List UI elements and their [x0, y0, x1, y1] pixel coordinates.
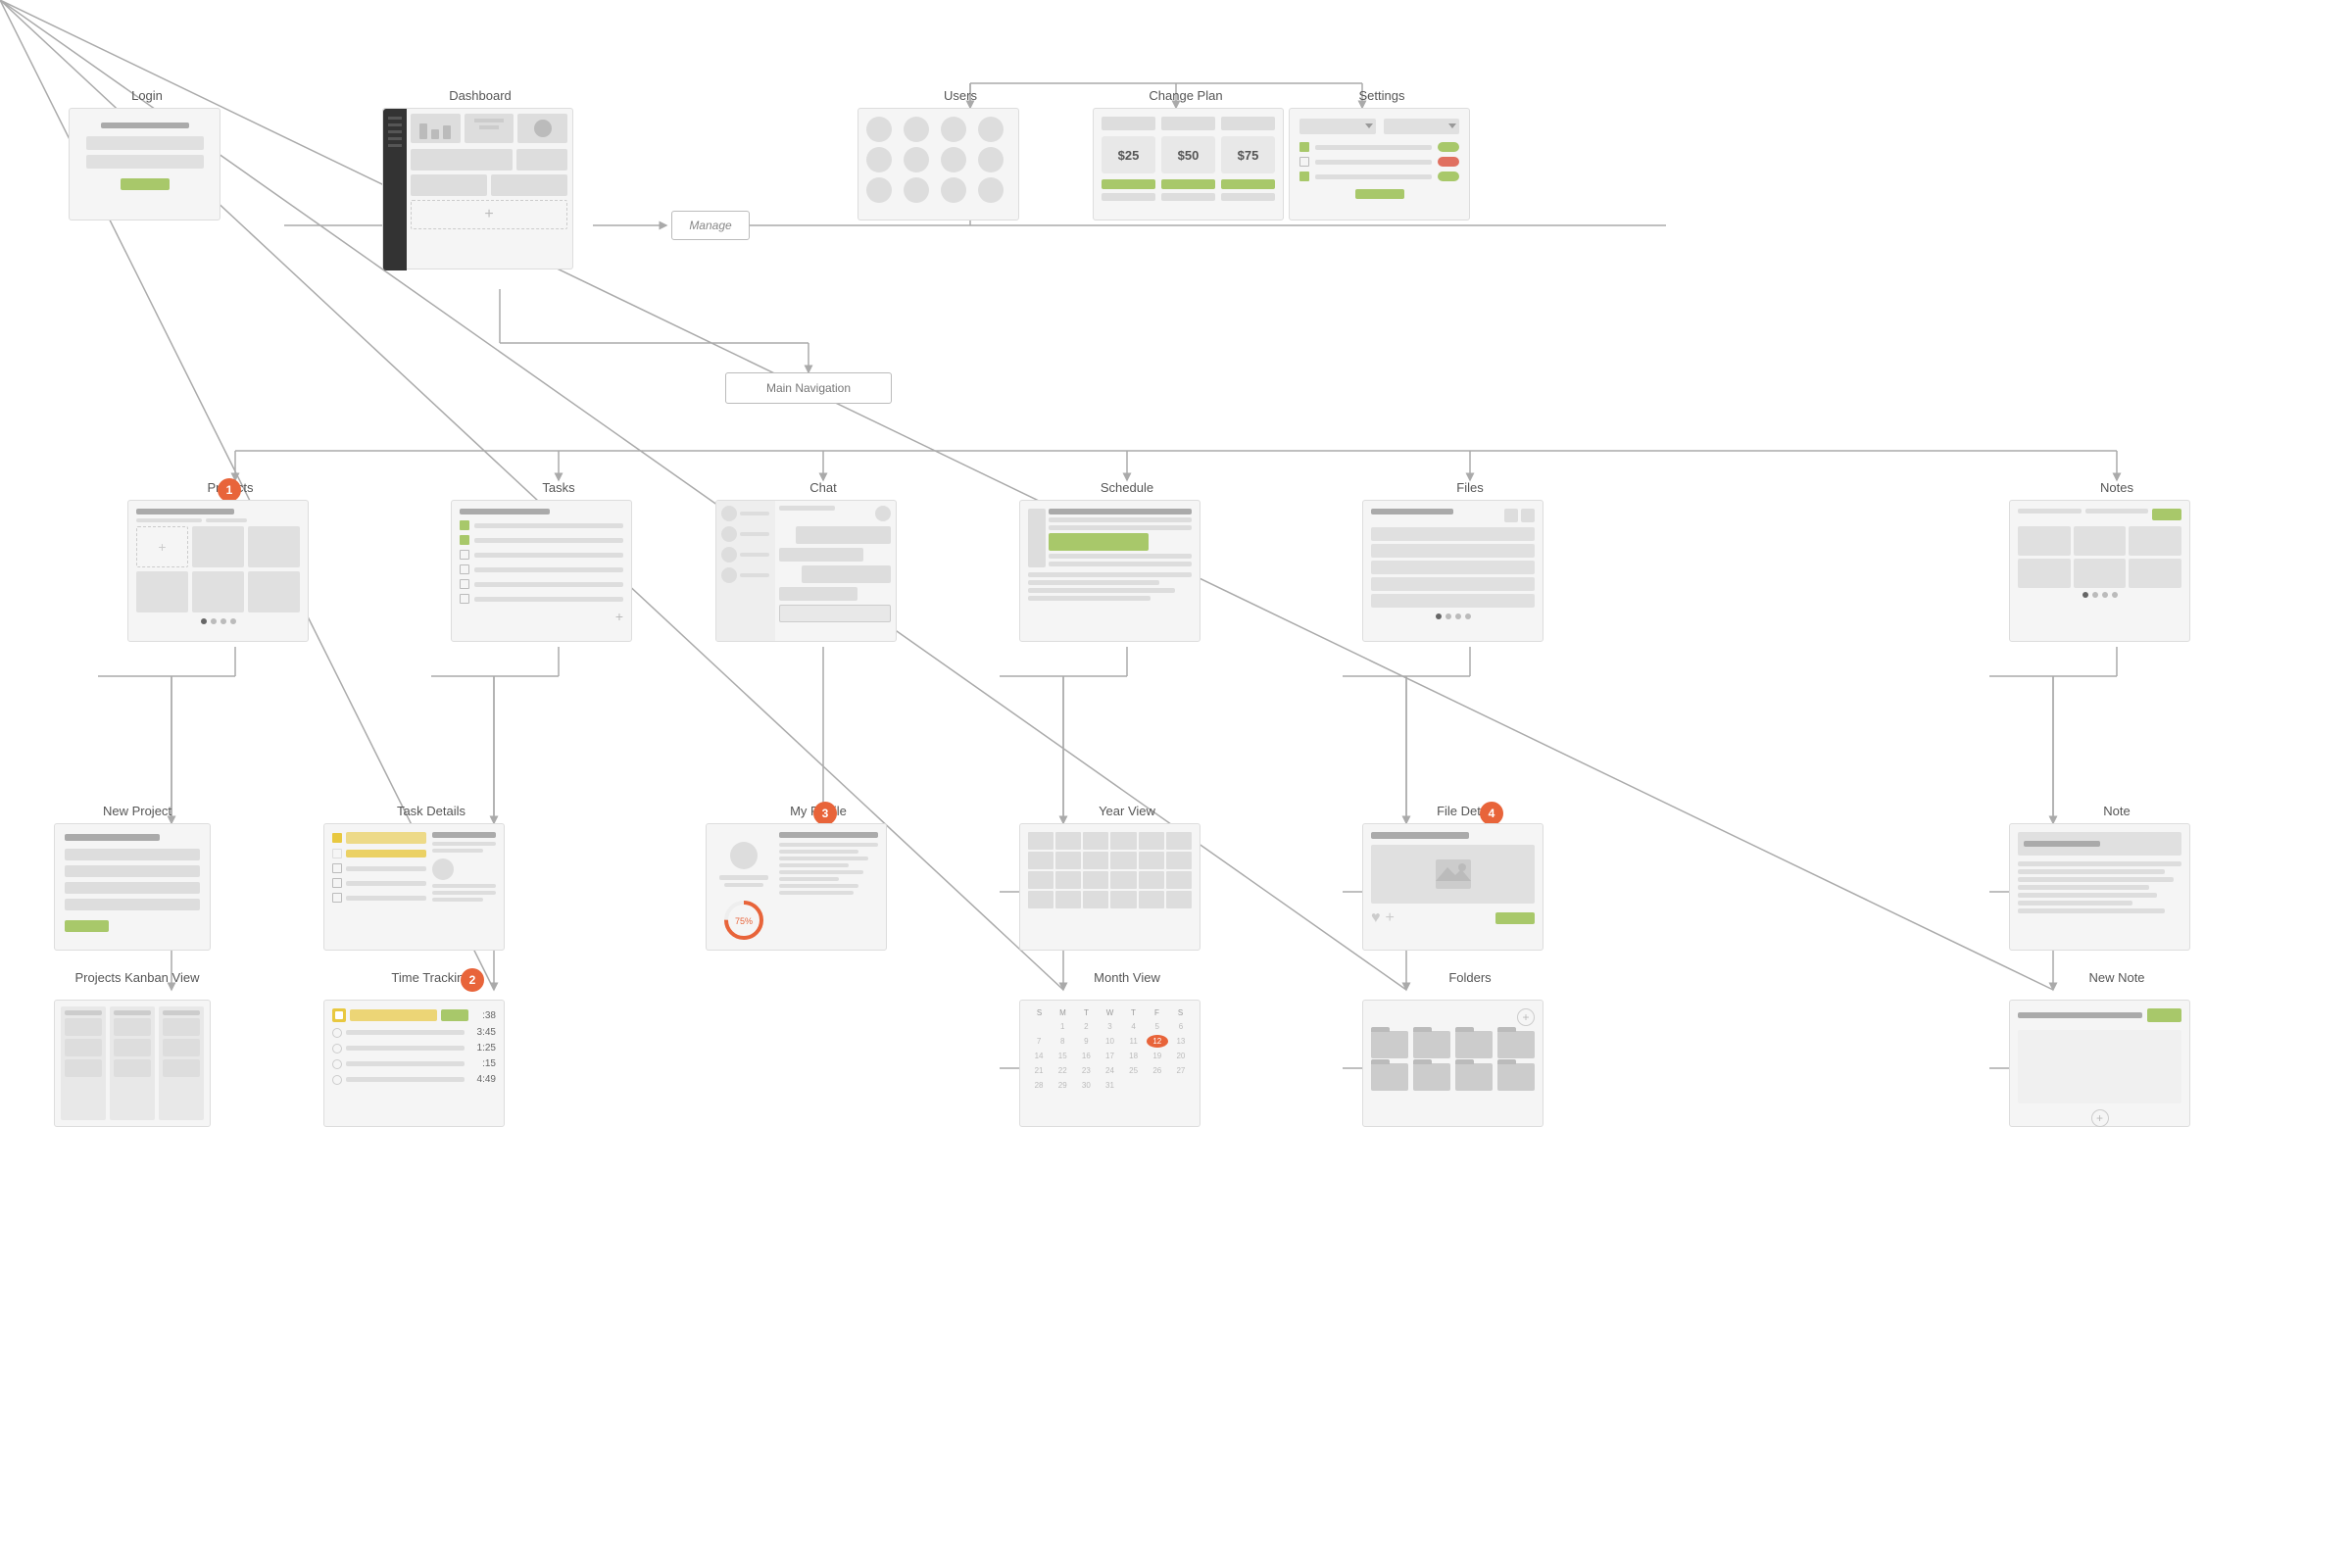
- newnote-wireframe: +: [2009, 1000, 2190, 1127]
- main-navigation-box: Main Navigation: [725, 372, 892, 404]
- settings-wireframe: [1289, 108, 1470, 220]
- users-wireframe: [858, 108, 1019, 220]
- timetracking-badge: 2: [461, 968, 484, 992]
- taskdetails-wireframe: [323, 823, 505, 951]
- tasks-label: Tasks: [480, 480, 637, 495]
- timetracking-label: Time Tracking: [353, 970, 510, 985]
- monthview-wireframe: S M T W T F S 1 2 3 4 5 6 7 8 9 10 11 12…: [1019, 1000, 1200, 1127]
- chat-label: Chat: [745, 480, 902, 495]
- notes-wireframe: [2009, 500, 2190, 642]
- login-label: Login: [69, 88, 225, 103]
- manage-box: Manage: [671, 211, 750, 240]
- filedetail-badge: 4: [1480, 802, 1503, 825]
- login-wireframe: [69, 108, 220, 220]
- dashboard-wireframe: +: [382, 108, 573, 270]
- filedetail-label: File Detail: [1387, 804, 1544, 818]
- projectskanban-label: Projects Kanban View: [39, 970, 235, 985]
- note-label: Note: [2038, 804, 2195, 818]
- yearview-label: Year View: [1049, 804, 1205, 818]
- yearview-wireframe: [1019, 823, 1200, 951]
- note-wireframe: [2009, 823, 2190, 951]
- newnote-label: New Note: [2038, 970, 2195, 985]
- changeplan-wireframe: $25 $50 $75: [1093, 108, 1284, 220]
- dashboard-label: Dashboard: [402, 88, 559, 103]
- projects-badge: 1: [218, 478, 241, 502]
- timetracking-wireframe: :38 3:45 1:25 :15 4:49: [323, 1000, 505, 1127]
- myprofile-wireframe: 75%: [706, 823, 887, 951]
- chat-wireframe: [715, 500, 897, 642]
- schedule-label: Schedule: [1049, 480, 1205, 495]
- folders-label: Folders: [1392, 970, 1548, 985]
- files-wireframe: [1362, 500, 1544, 642]
- projectskanban-wireframe: [54, 1000, 211, 1127]
- folders-wireframe: +: [1362, 1000, 1544, 1127]
- newproject-wireframe: [54, 823, 211, 951]
- newproject-label: New Project: [59, 804, 216, 818]
- files-label: Files: [1392, 480, 1548, 495]
- filedetail-wireframe: ♥ +: [1362, 823, 1544, 951]
- myprofile-badge: 3: [813, 802, 837, 825]
- changeplan-label: Change Plan: [1107, 88, 1264, 103]
- notes-label: Notes: [2038, 480, 2195, 495]
- monthview-label: Month View: [1049, 970, 1205, 985]
- svg-text:75%: 75%: [735, 916, 753, 926]
- schedule-wireframe: [1019, 500, 1200, 642]
- settings-label: Settings: [1303, 88, 1460, 103]
- users-label: Users: [882, 88, 1039, 103]
- tasks-wireframe: +: [451, 500, 632, 642]
- projects-wireframe: +: [127, 500, 309, 642]
- taskdetails-label: Task Details: [353, 804, 510, 818]
